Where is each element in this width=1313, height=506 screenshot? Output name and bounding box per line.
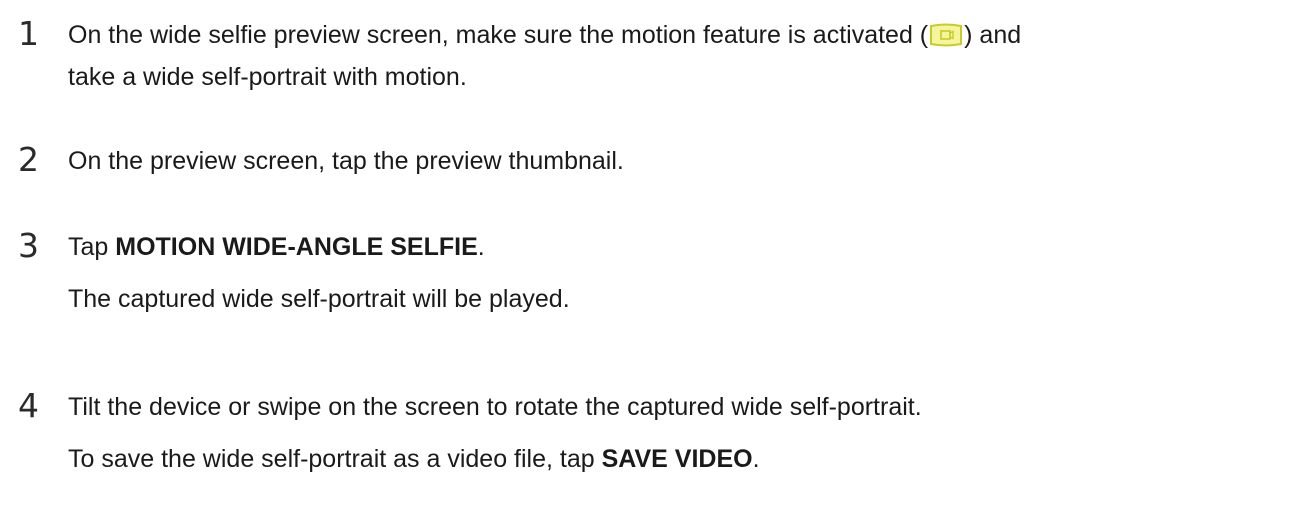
step-number: 4 <box>18 386 39 425</box>
ui-label-save-video: SAVE VIDEO <box>601 445 753 473</box>
step-number: 3 <box>18 226 39 265</box>
step-text: On the wide selfie preview screen, make … <box>68 14 1303 98</box>
step-note: The captured wide self-portrait will be … <box>68 285 570 313</box>
step-text-part: Tap <box>68 233 116 261</box>
step-text-part: To save the wide self-portrait as a vide… <box>68 445 602 473</box>
step-number: 2 <box>18 140 39 179</box>
step-text-part: . <box>752 445 760 473</box>
step-text: Tilt the device or swipe on the screen t… <box>68 393 922 421</box>
step-text-part: take a wide self-portrait with motion. <box>68 63 467 91</box>
step-note: To save the wide self-portrait as a vide… <box>68 438 1303 480</box>
step-text: Tap MOTION WIDE-ANGLE SELFIE. <box>68 226 1303 268</box>
motion-wide-selfie-icon <box>929 18 963 47</box>
step-text-part: . <box>477 233 485 261</box>
step-text: On the preview screen, tap the preview t… <box>68 147 624 175</box>
ui-label-motion-wide-angle-selfie: MOTION WIDE-ANGLE SELFIE <box>115 233 478 261</box>
step-text-part: ) and <box>964 21 1022 49</box>
step-text-part: On the wide selfie preview screen, make … <box>68 21 929 49</box>
step-number: 1 <box>18 14 39 53</box>
